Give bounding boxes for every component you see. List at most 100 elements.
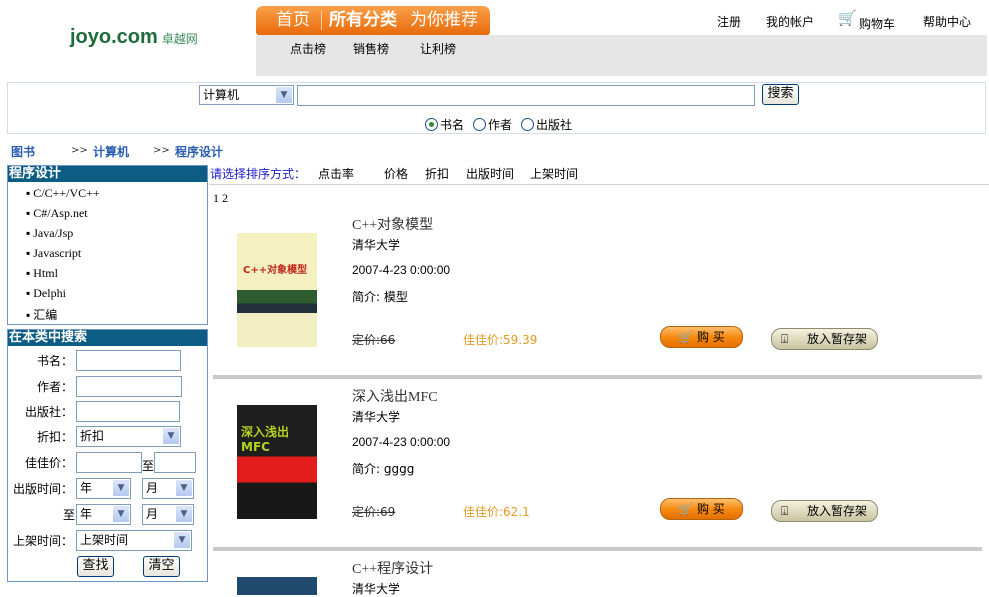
shelftime-value: 上架时间 <box>80 533 129 547</box>
year-value: 年 <box>80 481 93 495</box>
cart-link[interactable]: 购物车 <box>859 15 895 32</box>
main-nav: 首页 所有分类 为你推荐 <box>256 6 490 35</box>
sale-price: 佳佳价:59.39 <box>463 333 538 347</box>
category-label: C#/Asp.net <box>33 206 88 220</box>
shelftime-select[interactable]: 上架时间 ▼ <box>76 530 192 551</box>
category-select[interactable]: 计算机 ▼ <box>199 85 294 105</box>
divider <box>213 375 982 379</box>
book-title[interactable]: C++对象模型 <box>352 214 433 234</box>
breadcrumb-sep: >> <box>71 145 88 156</box>
pagination[interactable]: 1 2 <box>213 191 228 206</box>
chevron-down-icon: ▼ <box>276 87 292 103</box>
subnav-clicks[interactable]: 点击榜 <box>290 40 326 57</box>
tab-recommend[interactable]: 为你推荐 <box>410 6 478 35</box>
cover-text: C++对象模型 <box>243 265 308 276</box>
tab-home[interactable]: 首页 <box>276 6 310 35</box>
logo-cn: 卓越网 <box>161 32 198 46</box>
category-label: C/C++/VC++ <box>33 186 100 200</box>
book-cover[interactable] <box>237 577 317 595</box>
logo-text: joyo.com <box>70 26 158 48</box>
sort-pubtime[interactable]: 出版时间 <box>466 165 514 182</box>
divider <box>213 547 982 551</box>
sort-price[interactable]: 价格 <box>384 165 408 182</box>
book-cover[interactable]: C++对象模型 <box>237 233 317 347</box>
add-to-shelf-button[interactable]: ⍗ 放入暂存架 <box>771 328 878 350</box>
sort-discount[interactable]: 折扣 <box>425 165 449 182</box>
category-item[interactable]: ▪ Delphi <box>26 286 66 301</box>
clear-button[interactable]: 清空 <box>143 556 180 577</box>
radio-title[interactable]: 书名 <box>425 116 464 133</box>
category-item[interactable]: ▪ 汇编 <box>26 306 57 323</box>
account-link[interactable]: 我的帐户 <box>766 13 814 30</box>
book-summary: 简介: gggg <box>352 462 415 476</box>
breadcrumb-programming[interactable]: 程序设计 <box>175 143 223 160</box>
cart-icon: 🛒 <box>678 330 697 344</box>
breadcrumb-computer[interactable]: 计算机 <box>93 143 129 160</box>
chevron-down-icon: ▼ <box>113 480 129 496</box>
pubtime-label: 出版时间： <box>12 482 73 496</box>
search-button[interactable]: 搜索 <box>762 84 799 105</box>
category-label: Javascript <box>33 246 82 260</box>
buy-button[interactable]: 🛒 购 买 <box>660 498 743 520</box>
cart-icon: 🛒 <box>678 502 697 516</box>
category-panel-title: 程序设计 <box>8 166 207 182</box>
book-title[interactable]: 深入浅出MFC <box>352 386 438 406</box>
breadcrumb-books[interactable]: 图书 <box>11 143 35 160</box>
book-date: 2007-4-23 0:00:00 <box>352 435 451 449</box>
chevron-down-icon: ▼ <box>113 506 129 522</box>
book-publisher: 清华大学 <box>352 238 401 252</box>
cart-icon: 🛒 <box>838 9 857 27</box>
pub-month-from-select[interactable]: 月 ▼ <box>142 478 194 499</box>
book-publisher: 清华大学 <box>352 582 401 596</box>
chevron-down-icon: ▼ <box>176 480 192 496</box>
sort-label: 请选择排序方式： <box>210 167 307 181</box>
month-value: 月 <box>146 481 159 495</box>
price-max-input[interactable] <box>154 452 196 473</box>
to-label: 至 <box>142 459 155 473</box>
radio-label: 作者 <box>488 118 513 132</box>
shelftime-label: 上架时间： <box>12 534 73 548</box>
cover-text: 深入浅出 MFC <box>241 425 290 454</box>
category-item[interactable]: ▪ C/C++/VC++ <box>26 186 100 201</box>
search-input[interactable] <box>297 85 755 106</box>
book-cover[interactable]: 深入浅出 MFC <box>237 405 317 519</box>
publisher-input[interactable] <box>76 401 180 422</box>
discount-label: 折扣： <box>36 430 73 444</box>
author-input[interactable] <box>76 376 182 397</box>
pub-year-from-select[interactable]: 年 ▼ <box>76 478 131 499</box>
logo[interactable]: joyo.com 卓越网 <box>70 26 198 49</box>
subnav-sales[interactable]: 销售榜 <box>353 40 389 57</box>
category-item[interactable]: ▪ Html <box>26 266 58 281</box>
shelf-label: 放入暂存架 <box>806 332 867 346</box>
sort-shelftime[interactable]: 上架时间 <box>530 165 578 182</box>
tab-all-categories[interactable]: 所有分类 <box>329 6 397 35</box>
help-link[interactable]: 帮助中心 <box>923 13 971 30</box>
category-item[interactable]: ▪ Java/Jsp <box>26 226 73 241</box>
pub-year-to-select[interactable]: 年 ▼ <box>76 504 131 525</box>
category-item[interactable]: ▪ Javascript <box>26 246 81 261</box>
price-min-input[interactable] <box>76 452 142 473</box>
subnav-discount[interactable]: 让利榜 <box>420 40 456 57</box>
sort-clicks[interactable]: 点击率 <box>318 165 354 182</box>
pub-month-to-select[interactable]: 月 ▼ <box>142 504 194 525</box>
name-input[interactable] <box>76 350 181 371</box>
book-title[interactable]: C++程序设计 <box>352 558 433 578</box>
find-button[interactable]: 查找 <box>77 556 114 577</box>
category-item[interactable]: ▪ C#/Asp.net <box>26 206 88 221</box>
register-link[interactable]: 注册 <box>717 13 741 30</box>
filter-panel-title: 在本类中搜索 <box>8 330 207 346</box>
radio-label: 书名 <box>440 118 465 132</box>
buy-button[interactable]: 🛒 购 买 <box>660 326 743 348</box>
book-publisher: 清华大学 <box>352 410 401 424</box>
radio-publisher[interactable]: 出版社 <box>521 116 572 133</box>
add-to-shelf-button[interactable]: ⍗ 放入暂存架 <box>771 500 878 522</box>
list-price: 定价:69 <box>352 505 396 519</box>
tray-icon: ⍗ <box>781 332 789 346</box>
category-label: 汇编 <box>33 308 58 322</box>
discount-select[interactable]: 折扣 ▼ <box>76 426 181 447</box>
author-label: 作者： <box>36 380 73 394</box>
divider <box>321 11 322 30</box>
list-price: 定价:66 <box>352 333 396 347</box>
radio-icon <box>521 118 534 131</box>
radio-author[interactable]: 作者 <box>473 116 512 133</box>
